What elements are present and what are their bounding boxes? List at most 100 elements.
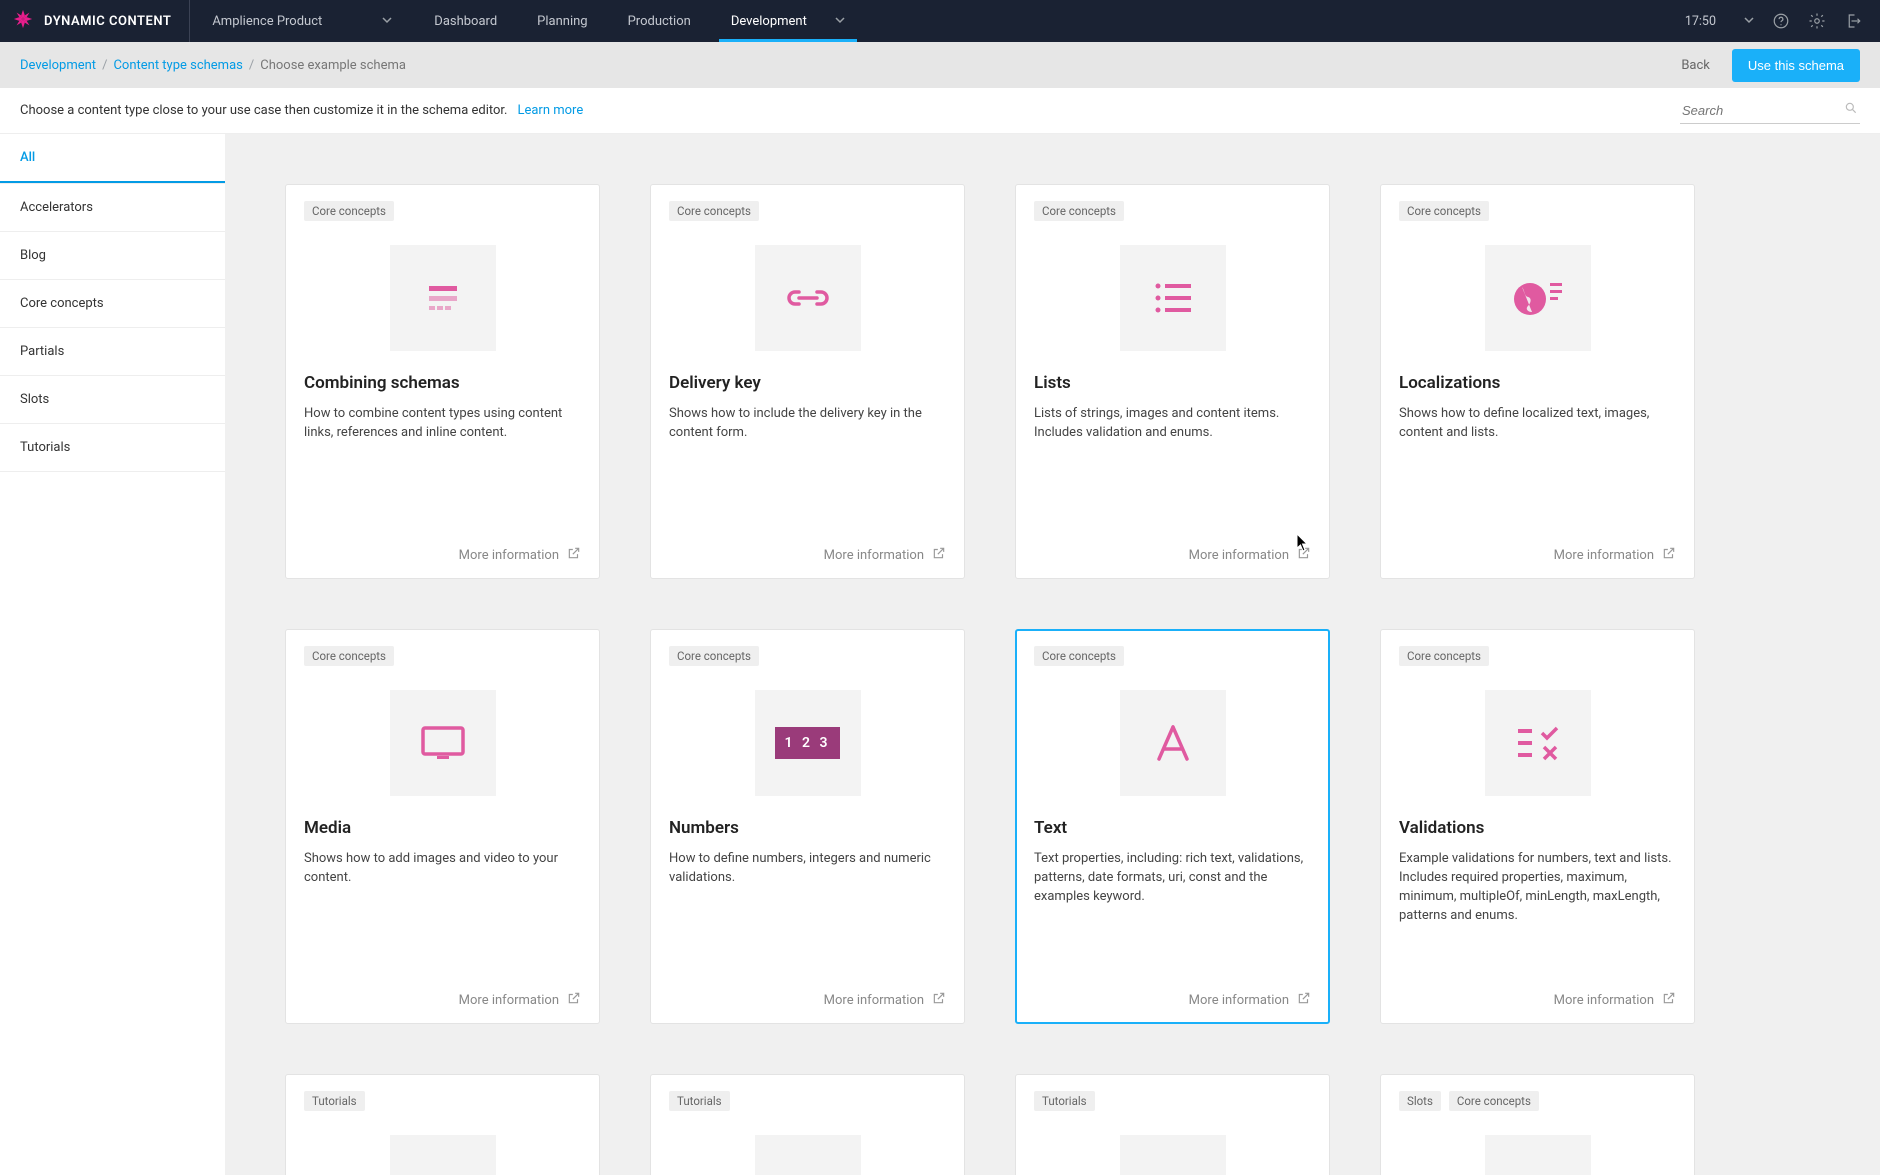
tag-row: Tutorials bbox=[304, 1091, 581, 1111]
card-description: Shows how to include the delivery key in… bbox=[669, 405, 946, 443]
tag: Core concepts bbox=[304, 646, 394, 666]
tag: Core concepts bbox=[669, 646, 759, 666]
sidebar-item-slots[interactable]: Slots bbox=[0, 375, 225, 423]
schema-card[interactable]: Core concepts 1 2 3 Numbers How to define n… bbox=[650, 629, 965, 1024]
sidebar-item-core-concepts[interactable]: Core concepts bbox=[0, 279, 225, 327]
brand-name: DYNAMIC CONTENT bbox=[44, 14, 171, 29]
time-select[interactable]: 17:50 bbox=[1685, 14, 1754, 29]
crumb-development[interactable]: Development bbox=[20, 58, 96, 73]
info-text: Choose a content type close to your use … bbox=[20, 103, 507, 118]
schema-card[interactable]: Core conceptsCombining schemasHow to com… bbox=[285, 184, 600, 579]
top-nav: DYNAMIC CONTENT Amplience Product Dashbo… bbox=[0, 0, 1880, 42]
external-link-icon bbox=[932, 546, 946, 564]
card-title: Media bbox=[304, 818, 581, 838]
tag: Core concepts bbox=[1399, 201, 1489, 221]
external-link-icon bbox=[567, 991, 581, 1009]
sidebar: AllAcceleratorsBlogCore conceptsPartials… bbox=[0, 134, 225, 1175]
card-description: Shows how to add images and video to you… bbox=[304, 850, 581, 888]
tag-row: SlotsCore concepts bbox=[1399, 1091, 1676, 1111]
crumb-sep: / bbox=[102, 58, 107, 73]
schema-card[interactable]: Tutorials bbox=[285, 1074, 600, 1175]
link-icon bbox=[755, 245, 861, 351]
more-info-link[interactable]: More information bbox=[304, 546, 581, 564]
chevron-down-icon bbox=[1744, 14, 1754, 29]
card-description: Lists of strings, images and content ite… bbox=[1034, 405, 1311, 443]
tag-row: Core concepts bbox=[1399, 201, 1676, 221]
tag-row: Core concepts bbox=[304, 646, 581, 666]
sidebar-item-partials[interactable]: Partials bbox=[0, 327, 225, 375]
crumb-schemas[interactable]: Content type schemas bbox=[113, 58, 242, 73]
schema-card[interactable]: Core concepts Media Shows how to add image… bbox=[285, 629, 600, 1024]
schema-card[interactable]: Core conceptsListsLists of strings, imag… bbox=[1015, 184, 1330, 579]
more-info-link[interactable]: More information bbox=[304, 991, 581, 1009]
blank-icon bbox=[1485, 1135, 1591, 1175]
card-description: How to define numbers, integers and nume… bbox=[669, 850, 946, 888]
card-description: Shows how to define localized text, imag… bbox=[1399, 405, 1676, 443]
more-info-link[interactable]: More information bbox=[1399, 991, 1676, 1009]
blank-icon bbox=[1120, 1135, 1226, 1175]
schema-card[interactable]: Core conceptsDelivery keyShows how to in… bbox=[650, 184, 965, 579]
more-info-label: More information bbox=[824, 993, 924, 1008]
external-link-icon bbox=[1297, 991, 1311, 1009]
chevron-down-icon bbox=[835, 14, 845, 29]
blank-icon bbox=[755, 1135, 861, 1175]
schema-card[interactable]: SlotsCore concepts bbox=[1380, 1074, 1695, 1175]
card-title: Text bbox=[1034, 818, 1311, 838]
nav-tab-label: Dashboard bbox=[434, 14, 497, 29]
schema-card[interactable]: Core concepts Localizations Shows how to d… bbox=[1380, 184, 1695, 579]
schema-card[interactable]: Core concepts Text Text properties, includ… bbox=[1015, 629, 1330, 1024]
numbers-icon: 1 2 3 bbox=[755, 690, 861, 796]
logout-icon[interactable] bbox=[1844, 12, 1862, 30]
card-description: How to combine content types using conte… bbox=[304, 405, 581, 443]
nav-tab-development[interactable]: Development bbox=[711, 0, 865, 42]
card-title: Localizations bbox=[1399, 373, 1676, 393]
breadcrumb-bar: Development / Content type schemas / Cho… bbox=[0, 42, 1880, 88]
card-description: Example validations for numbers, text an… bbox=[1399, 850, 1676, 925]
hub-select[interactable]: Amplience Product bbox=[190, 14, 414, 29]
external-link-icon bbox=[1662, 546, 1676, 564]
more-info-label: More information bbox=[1189, 993, 1289, 1008]
nav-tab-planning[interactable]: Planning bbox=[517, 0, 607, 42]
schema-card[interactable]: Core conceptsValidationsExample validati… bbox=[1380, 629, 1695, 1024]
content-scroll[interactable]: Core conceptsCombining schemasHow to com… bbox=[225, 134, 1880, 1175]
more-info-link[interactable]: More information bbox=[669, 546, 946, 564]
nav-tab-dashboard[interactable]: Dashboard bbox=[414, 0, 517, 42]
use-schema-button[interactable]: Use this schema bbox=[1732, 49, 1860, 82]
card-grid: Core conceptsCombining schemasHow to com… bbox=[285, 184, 1820, 1175]
tag-row: Core concepts bbox=[1034, 646, 1311, 666]
tag-row: Tutorials bbox=[1034, 1091, 1311, 1111]
help-icon[interactable] bbox=[1772, 12, 1790, 30]
sidebar-item-accelerators[interactable]: Accelerators bbox=[0, 183, 225, 231]
nav-tab-label: Production bbox=[628, 14, 691, 29]
gear-icon[interactable] bbox=[1808, 12, 1826, 30]
card-title: Numbers bbox=[669, 818, 946, 838]
schema-card[interactable]: Tutorials bbox=[1015, 1074, 1330, 1175]
external-link-icon bbox=[1662, 991, 1676, 1009]
crumb-sep: / bbox=[249, 58, 254, 73]
more-info-link[interactable]: More information bbox=[1399, 546, 1676, 564]
text-icon bbox=[1120, 690, 1226, 796]
sidebar-item-all[interactable]: All bbox=[0, 134, 225, 183]
schema-card[interactable]: Tutorials bbox=[650, 1074, 965, 1175]
sidebar-item-blog[interactable]: Blog bbox=[0, 231, 225, 279]
card-description: Text properties, including: rich text, v… bbox=[1034, 850, 1311, 907]
back-link[interactable]: Back bbox=[1681, 58, 1710, 73]
screen-icon bbox=[390, 690, 496, 796]
search-icon bbox=[1844, 101, 1858, 119]
nav-tab-label: Planning bbox=[537, 14, 587, 29]
card-title: Lists bbox=[1034, 373, 1311, 393]
external-link-icon bbox=[567, 546, 581, 564]
more-info-link[interactable]: More information bbox=[1034, 546, 1311, 564]
nav-tab-production[interactable]: Production bbox=[608, 0, 711, 42]
chevron-down-icon bbox=[382, 14, 392, 29]
hub-name: Amplience Product bbox=[212, 14, 322, 29]
more-info-link[interactable]: More information bbox=[669, 991, 946, 1009]
sidebar-item-tutorials[interactable]: Tutorials bbox=[0, 423, 225, 472]
learn-more-link[interactable]: Learn more bbox=[517, 103, 583, 118]
more-info-link[interactable]: More information bbox=[1034, 991, 1311, 1009]
tag-row: Core concepts bbox=[669, 201, 946, 221]
more-info-label: More information bbox=[824, 548, 924, 563]
nav-right: 17:50 bbox=[1685, 12, 1868, 30]
search-input[interactable] bbox=[1680, 98, 1860, 124]
tag: Core concepts bbox=[1449, 1091, 1539, 1111]
